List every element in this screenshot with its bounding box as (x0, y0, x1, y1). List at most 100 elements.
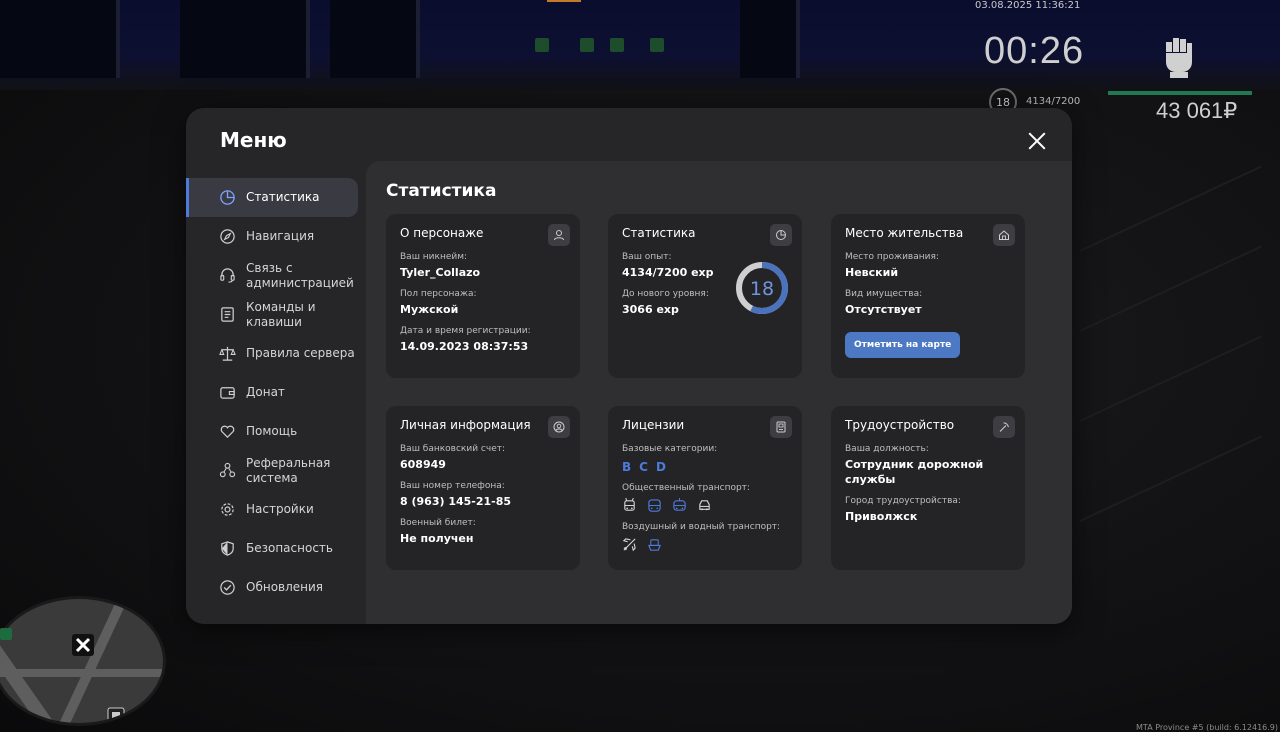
gear-icon (221, 503, 234, 516)
sidebar-item-label: Команды и клавиши (246, 299, 316, 329)
mark-on-map-button[interactable]: Отметить на карте (845, 332, 961, 358)
gender-label: Пол персонажа: (400, 289, 477, 299)
sidebar-item-settings[interactable]: Настройки (186, 490, 358, 529)
scene-wall (740, 0, 800, 78)
scales-icon (219, 346, 236, 361)
content-panel: Статистика О персонаже Ваш никнейм: Tyle… (366, 161, 1072, 624)
hud-timer: 00:26 (984, 30, 1085, 72)
bank-label: Ваш банковский счет: (400, 444, 506, 454)
gender-value: Мужской (400, 303, 459, 316)
sidebar-item-admin-contact[interactable]: Связь с администрацией (186, 256, 358, 295)
sidebar-item-label: Помощь (246, 424, 298, 438)
sidebar-item-label: Реферальная система (246, 455, 331, 485)
card-residence: Место жительства Место проживания: Невск… (831, 214, 1025, 378)
scene-wall (330, 0, 420, 78)
registration-label: Дата и время регистрации: (400, 326, 531, 336)
menu-window: Меню Статистика Навигация Связь с админи… (186, 108, 1072, 624)
fist-icon (1166, 38, 1192, 78)
level-progress-ring: 18 (736, 262, 788, 314)
level-number: 18 (750, 278, 774, 300)
card-title: Лицензии (622, 418, 685, 432)
sidebar-item-navigation[interactable]: Навигация (186, 217, 358, 256)
sidebar-item-referral[interactable]: Реферальная система (186, 451, 358, 490)
scene-light (547, 0, 581, 2)
document-icon (221, 307, 234, 322)
hud-datetime: 03.08.2025 11:36:21 (975, 0, 1081, 11)
license-categories: BCD (622, 460, 788, 474)
referral-icon (219, 462, 236, 478)
pie-chart-icon (220, 190, 235, 205)
sidebar-item-help[interactable]: Помощь (186, 412, 358, 451)
sidebar-item-label: Безопасность (246, 541, 333, 555)
air-water-transport-icons (622, 537, 788, 552)
minimap-road (0, 669, 163, 677)
close-icon[interactable] (1026, 130, 1048, 152)
sidebar-item-label: Связь с администрацией (246, 260, 354, 290)
airplane-icon (622, 538, 636, 552)
build-info: MTA Province #5 (build: 6.12416.9) (1136, 723, 1278, 732)
sidebar-item-commands[interactable]: Команды и клавиши (186, 295, 358, 334)
minimap-side-icon (0, 628, 12, 640)
public-transport-icons (622, 498, 788, 513)
base-categories-label: Базовые категории: (622, 444, 718, 454)
sidebar-item-label: Донат (246, 385, 285, 399)
compass-icon (220, 229, 235, 244)
boat-icon (648, 539, 661, 551)
card-stats: Статистика Ваш опыт: 4134/7200 exp До но… (608, 214, 802, 378)
sidebar-item-label: Статистика (246, 190, 320, 204)
sidebar-item-donate[interactable]: Донат (186, 373, 358, 412)
work-city-label: Город трудоустройства: (845, 496, 961, 506)
license-category: C (639, 460, 648, 474)
phone-label: Ваш номер телефона: (400, 481, 505, 491)
trolleybus-icon (624, 498, 635, 511)
sidebar-item-rules[interactable]: Правила сервера (186, 334, 358, 373)
public-transport-label: Общественный транспорт: (622, 483, 750, 493)
work-city-value: Приволжск (845, 510, 918, 523)
card-title: Личная информация (400, 418, 531, 432)
position-value: Сотрудник дорожной службы (845, 458, 984, 486)
property-label: Вид имущества: (845, 289, 923, 299)
card-title: Трудоустройство (845, 418, 955, 432)
taxi-icon (699, 500, 710, 511)
scene-sign (650, 38, 664, 52)
page-title: Статистика (386, 181, 497, 201)
card-licenses: Лицензии Базовые категории: BCD Обществе… (608, 406, 802, 570)
nick-label: Ваш никнейм: (400, 252, 468, 262)
bus-icon (648, 499, 661, 512)
heart-hand-icon (220, 425, 235, 439)
id-card-icon (770, 416, 792, 438)
wallet-icon (220, 387, 235, 399)
registration-value: 14.09.2023 08:37:53 (400, 340, 529, 353)
scene-sign (580, 38, 594, 52)
phone-value: 8 (963) 145-21-85 (400, 495, 512, 508)
hud-money: 43 061₽ (1156, 98, 1238, 123)
card-title: О персонаже (400, 226, 484, 240)
minimap (0, 596, 166, 726)
sidebar-item-statistics[interactable]: Статистика (186, 178, 358, 217)
card-character: О персонаже Ваш никнейм: Tyler_Collazo П… (386, 214, 580, 378)
residence-place-label: Место проживания: (845, 252, 939, 262)
scene-wall (180, 0, 310, 78)
menu-title: Меню (220, 128, 287, 152)
hud-exp: 4134/7200 (1026, 96, 1081, 107)
hud-health-bar (1108, 91, 1252, 95)
user-icon (548, 224, 570, 246)
headset-icon (220, 268, 235, 283)
sidebar-item-label: Обновления (246, 580, 324, 594)
scene-sign (535, 38, 549, 52)
license-category: B (622, 460, 632, 474)
pickaxe-icon (993, 416, 1015, 438)
sidebar-item-label: Настройки (246, 502, 314, 516)
military-value: Не получен (400, 532, 474, 545)
sidebar-item-updates[interactable]: Обновления (186, 568, 358, 607)
user-circle-icon (548, 416, 570, 438)
license-category: D (655, 460, 666, 474)
card-personal-info: Личная информация Ваш банковский счет: 6… (386, 406, 580, 570)
bank-value: 608949 (400, 458, 446, 471)
sidebar-item-security[interactable]: Безопасность (186, 529, 358, 568)
card-title: Статистика (622, 226, 696, 240)
card-title: Место жительства (845, 226, 964, 240)
tram-icon (673, 498, 686, 511)
sidebar-item-label: Навигация (246, 229, 315, 243)
military-label: Военный билет: (400, 518, 476, 528)
